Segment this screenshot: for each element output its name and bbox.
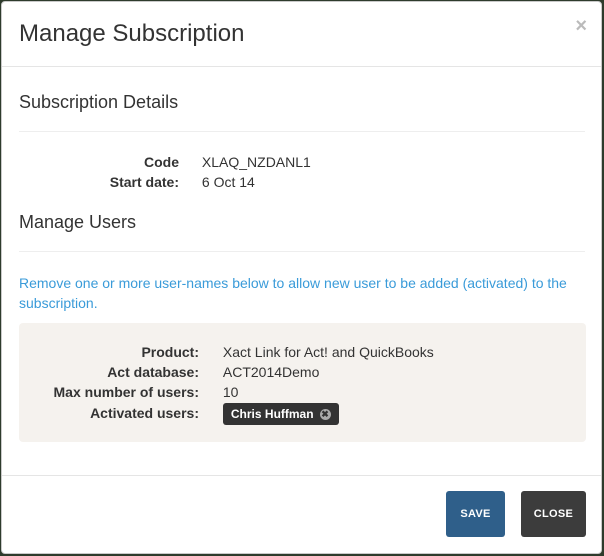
modal-header: Manage Subscription × bbox=[2, 2, 601, 67]
manage-users-info: Remove one or more user-names below to a… bbox=[19, 275, 567, 311]
user-details-panel: Product: Xact Link for Act! and QuickBoo… bbox=[19, 323, 586, 442]
start-date-label: Start date: bbox=[109, 174, 179, 190]
divider bbox=[19, 251, 585, 252]
act-database-label: Act database: bbox=[107, 364, 199, 380]
act-database-row: Act database: ACT2014Demo bbox=[19, 362, 319, 382]
remove-user-icon[interactable]: ✖ bbox=[319, 408, 331, 420]
manage-subscription-modal: Manage Subscription × Subscription Detai… bbox=[1, 1, 602, 554]
modal-title: Manage Subscription bbox=[19, 20, 245, 47]
max-users-row: Max number of users: 10 bbox=[19, 382, 239, 402]
product-row: Product: Xact Link for Act! and QuickBoo… bbox=[19, 342, 434, 362]
product-label: Product: bbox=[141, 344, 199, 360]
activated-users-label: Activated users: bbox=[90, 405, 199, 421]
user-tag: Chris Huffman ✖ bbox=[222, 403, 339, 426]
divider bbox=[19, 131, 585, 132]
code-value: XLAQ_NZDANL1 bbox=[201, 154, 311, 170]
modal-footer: SAVE CLOSE bbox=[2, 475, 601, 553]
activated-users-row: Activated users: Chris Huffman ✖ bbox=[19, 403, 339, 426]
activated-users-list: Chris Huffman ✖ bbox=[222, 403, 339, 426]
close-icon[interactable]: × bbox=[575, 16, 587, 36]
start-date-value: 6 Oct 14 bbox=[201, 174, 255, 190]
max-users-value: 10 bbox=[222, 384, 239, 400]
user-tag-name: Chris Huffman bbox=[230, 407, 314, 422]
manage-users-heading: Manage Users bbox=[19, 212, 137, 232]
act-database-value: ACT2014Demo bbox=[222, 364, 320, 380]
code-row: Code XLAQ_NZDANL1 bbox=[2, 152, 311, 172]
save-button[interactable]: SAVE bbox=[446, 491, 505, 537]
subscription-details-heading: Subscription Details bbox=[19, 92, 179, 112]
start-date-row: Start date: 6 Oct 14 bbox=[2, 172, 255, 192]
product-value: Xact Link for Act! and QuickBooks bbox=[222, 344, 434, 360]
close-button[interactable]: CLOSE bbox=[521, 491, 586, 537]
code-label: Code bbox=[144, 154, 179, 170]
max-users-label: Max number of users: bbox=[53, 384, 199, 400]
